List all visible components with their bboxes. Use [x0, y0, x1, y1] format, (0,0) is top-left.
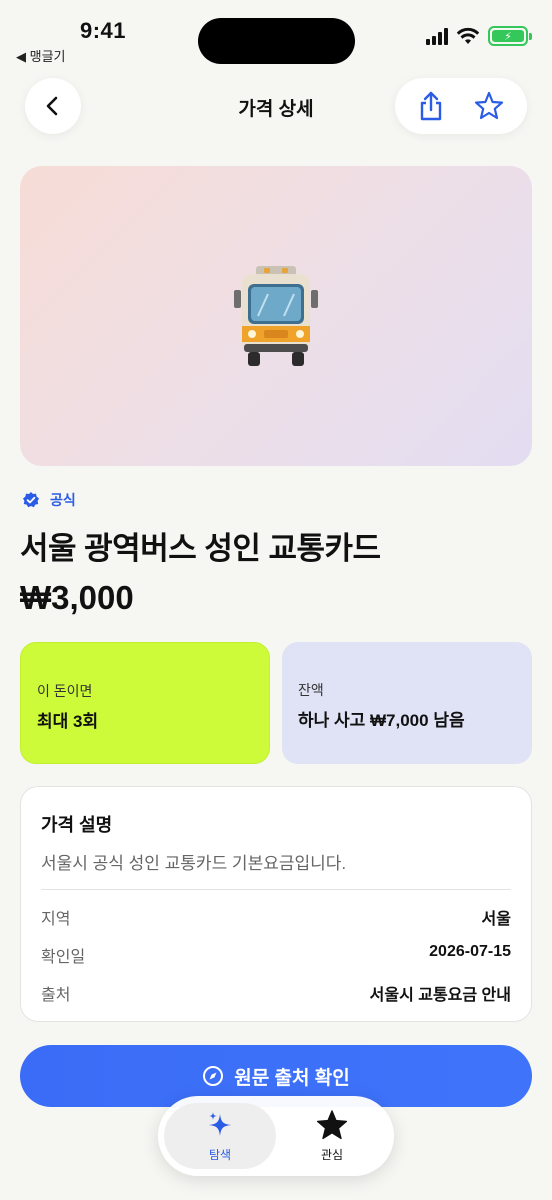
tab-favorites-label: 관심	[320, 1147, 344, 1162]
detail-key: 지역	[41, 911, 71, 928]
detail-row-date: 확인일 2026-07-15	[41, 943, 511, 967]
usage-card-value: 최대 3회	[37, 712, 99, 731]
back-to-app-link[interactable]: ◀ 맹글기	[16, 46, 66, 65]
detail-row-region: 지역 서울	[41, 905, 511, 929]
header-actions	[395, 78, 527, 134]
official-badge: 공식	[22, 490, 76, 510]
star-outline-icon[interactable]	[473, 90, 505, 122]
balance-card-value: 하나 사고 ₩7,000 남음	[298, 711, 465, 730]
tab-explore[interactable]: 탐색	[164, 1103, 276, 1169]
detail-value: 서울시 교통요금 안내	[369, 987, 511, 1004]
share-icon[interactable]	[417, 90, 445, 122]
battery-charging-icon: ⚡	[488, 26, 532, 46]
status-icons: ⚡	[426, 26, 532, 46]
usage-card-label: 이 돈이면	[37, 683, 93, 699]
sparkles-icon	[209, 1111, 231, 1136]
divider	[41, 889, 511, 890]
product-price: ₩3,000	[20, 579, 134, 616]
compass-icon	[203, 1066, 224, 1086]
product-title: 서울 광역버스 성인 교통카드	[20, 531, 381, 566]
detail-value: 2026-07-15	[429, 943, 511, 960]
description-text: 서울시 공식 성인 교통카드 기본요금입니다.	[41, 854, 347, 873]
view-source-label: 원문 출처 확인	[234, 1067, 350, 1089]
wifi-icon	[456, 27, 480, 44]
tab-favorites[interactable]: 관심	[276, 1103, 388, 1169]
description-title: 가격 설명	[41, 815, 113, 835]
detail-row-source: 출처 서울시 교통요금 안내	[41, 981, 511, 1005]
tab-explore-label: 탐색	[208, 1147, 232, 1162]
price-description-card: 가격 설명 서울시 공식 성인 교통카드 기본요금입니다. 지역 서울 확인일 …	[20, 786, 532, 1022]
verified-check-icon	[23, 492, 39, 508]
bus-icon	[234, 266, 318, 366]
balance-card-label: 잔액	[298, 682, 324, 698]
usage-card: 이 돈이면 최대 3회	[20, 642, 270, 764]
balance-card: 잔액 하나 사고 ₩7,000 남음	[282, 642, 532, 764]
detail-key: 확인일	[41, 949, 86, 966]
detail-value: 서울	[481, 911, 511, 928]
hero-image	[20, 166, 532, 466]
star-filled-icon	[316, 1109, 348, 1139]
detail-key: 출처	[41, 987, 71, 1004]
tab-bar: 탐색 관심	[158, 1096, 394, 1176]
cellular-signal-icon	[426, 27, 448, 45]
official-label: 공식	[50, 492, 76, 508]
dynamic-island	[198, 18, 355, 64]
status-time: 9:41	[80, 18, 127, 43]
